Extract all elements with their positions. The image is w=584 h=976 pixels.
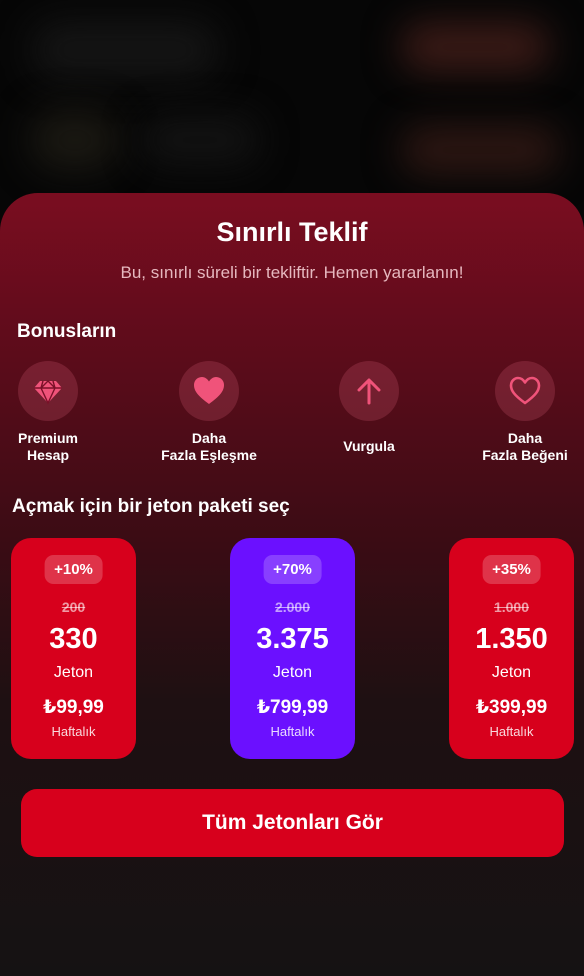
heart-filled-icon bbox=[179, 361, 239, 421]
bonus-more-matches: Daha Fazla Eşleşme bbox=[154, 361, 264, 464]
coin-unit: Jeton bbox=[53, 664, 94, 681]
arrow-up-icon bbox=[339, 361, 399, 421]
bonus-label: Premium Hesap bbox=[18, 430, 78, 463]
package-price: ₺399,99 bbox=[475, 697, 548, 718]
package-period: Haftalık bbox=[489, 724, 534, 739]
bonus-percent-badge: +70% bbox=[263, 555, 322, 584]
offer-subtitle: Bu, sınırlı süreli bir tekliftir. Hemen … bbox=[120, 263, 464, 282]
blurred-shape bbox=[400, 22, 550, 72]
bonus-premium-account: Premium Hesap bbox=[0, 361, 103, 464]
coin-amount: 3.375 bbox=[256, 623, 329, 655]
coin-amount: 1.350 bbox=[475, 623, 548, 655]
offer-bottom-sheet: Sınırlı Teklif Bu, sınırlı süreli bir te… bbox=[0, 193, 584, 976]
old-amount: 200 bbox=[61, 599, 86, 615]
blurred-shape bbox=[30, 110, 120, 170]
offer-title: Sınırlı Teklif bbox=[216, 217, 368, 247]
old-amount: 1.000 bbox=[493, 599, 530, 615]
coin-amount: 330 bbox=[49, 623, 98, 655]
package-price: ₺799,99 bbox=[256, 697, 329, 718]
packages-heading: Açmak için bir jeton paketi seç bbox=[12, 496, 290, 517]
bonus-highlight: Vurgula bbox=[314, 361, 424, 455]
blurred-shape bbox=[140, 115, 260, 165]
package-price: ₺99,99 bbox=[43, 697, 104, 718]
coin-package-card[interactable]: +10% 200 330 Jeton ₺99,99 Haftalık bbox=[11, 538, 136, 759]
blurred-shape bbox=[400, 125, 560, 175]
bonus-label: Vurgula bbox=[343, 438, 395, 454]
coin-package-card[interactable]: +35% 1.000 1.350 Jeton ₺399,99 Haftalık bbox=[449, 538, 574, 759]
see-all-coins-button[interactable]: Tüm Jetonları Gör bbox=[21, 789, 564, 857]
blurred-shape bbox=[30, 20, 220, 80]
package-period: Haftalık bbox=[51, 724, 96, 739]
old-amount: 2.000 bbox=[274, 599, 311, 615]
bonus-percent-badge: +35% bbox=[482, 555, 541, 584]
package-period: Haftalık bbox=[270, 724, 315, 739]
bonus-percent-badge: +10% bbox=[44, 555, 103, 584]
heart-outline-icon bbox=[495, 361, 555, 421]
coin-package-card-selected[interactable]: +70% 2.000 3.375 Jeton ₺799,99 Haftalık bbox=[230, 538, 355, 759]
bonus-label: Daha Fazla Eşleşme bbox=[161, 430, 257, 463]
bonus-label: Daha Fazla Beğeni bbox=[482, 430, 568, 463]
diamond-icon bbox=[18, 361, 78, 421]
coin-unit: Jeton bbox=[272, 664, 313, 681]
bonus-more-likes: Daha Fazla Beğeni bbox=[470, 361, 580, 464]
coin-unit: Jeton bbox=[491, 664, 532, 681]
bonuses-heading: Bonusların bbox=[17, 321, 117, 342]
